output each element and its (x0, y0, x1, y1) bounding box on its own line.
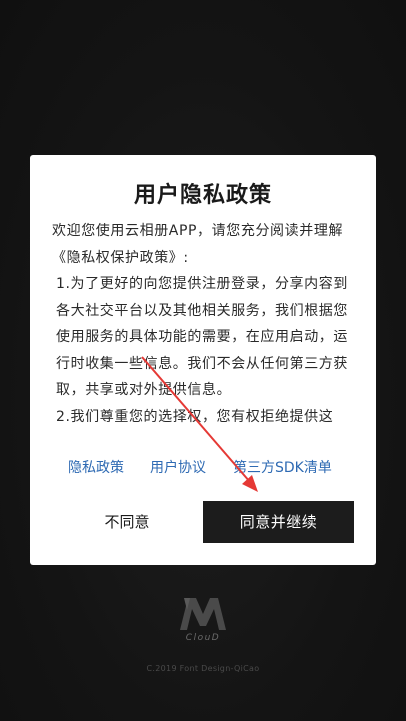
policy-paragraph: 1.为了更好的向您提供注册登录，分享内容到各大社交平台以及其他相关服务，我们根据… (56, 276, 348, 398)
policy-links: 隐私政策 用户协议 第三方SDK清单 (30, 457, 376, 479)
dialog-title: 用户隐私政策 (133, 183, 272, 208)
user-agreement-link[interactable]: 用户协议 (150, 457, 206, 477)
accept-button[interactable]: 同意并继续 (203, 501, 354, 543)
logo-wordmark: ClouD (185, 633, 221, 643)
policy-content[interactable]: 欢迎您使用云相册APP，请您充分阅读并理解《隐私权保护政策》: 1.为了更好的向… (52, 218, 356, 438)
decline-button[interactable]: 不同意 (52, 501, 202, 543)
third-party-sdk-link[interactable]: 第三方SDK清单 (233, 457, 332, 477)
privacy-policy-link[interactable]: 隐私政策 (68, 457, 124, 477)
copyright-text: C.2019 Font Design-QiCao (146, 664, 260, 673)
policy-paragraph: 2.我们尊重您的选择权，您有权拒绝提供这 (56, 408, 334, 425)
policy-paragraph: 欢迎您使用云相册APP，请您充分阅读并理解《隐私权保护政策》: (52, 223, 344, 266)
privacy-policy-dialog: 用户隐私政策 欢迎您使用云相册APP，请您充分阅读并理解《隐私权保护政策》: 1… (30, 155, 376, 565)
cloud-logo-icon (180, 598, 226, 630)
